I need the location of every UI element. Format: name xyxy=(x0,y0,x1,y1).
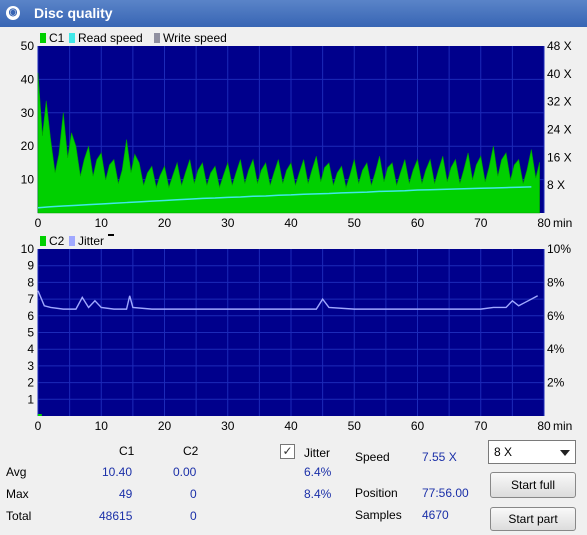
y-tick-label: 8 xyxy=(27,275,34,289)
x-tick-label: 70 xyxy=(474,216,488,227)
y-tick-label: 5 xyxy=(27,326,34,340)
max-c1: 49 xyxy=(119,487,133,501)
samples-label: Samples xyxy=(355,508,402,522)
x-tick-label: 10 xyxy=(95,419,109,430)
legend-swatch-write-speed xyxy=(154,33,160,43)
x-tick-label: 60 xyxy=(411,216,425,227)
x-tick-label: 0 xyxy=(35,216,42,227)
window-title: Disc quality xyxy=(34,5,113,21)
y-tick-label: 6 xyxy=(27,309,34,323)
total-c1: 48615 xyxy=(99,509,133,523)
speed-select-value: 8 X xyxy=(494,445,513,459)
y2-tick-label: 48 X xyxy=(547,39,572,53)
y-tick-label: 9 xyxy=(27,259,34,273)
x-tick-label: 40 xyxy=(284,419,298,430)
max-jitter: 8.4% xyxy=(304,487,332,501)
y2-tick-label: 24 X xyxy=(547,123,572,137)
max-c2: 0 xyxy=(190,487,197,501)
speed-value: 7.55 X xyxy=(422,450,457,464)
x-tick-label: 40 xyxy=(284,216,298,227)
x-tick-label: 30 xyxy=(221,216,235,227)
total-label: Total xyxy=(6,509,32,523)
legend-c2: C2 xyxy=(49,234,65,248)
x-tick-label: 70 xyxy=(474,419,488,430)
y2-tick-label: 40 X xyxy=(547,67,572,81)
x-tick-label: 80 xyxy=(537,419,551,430)
position-value: 77:56.00 xyxy=(422,486,469,500)
y2-tick-label: 4% xyxy=(547,342,565,356)
y-tick-label: 10 xyxy=(21,173,35,187)
y-tick-label: 30 xyxy=(21,106,35,120)
y-tick-label: 4 xyxy=(27,342,34,356)
x-tick-label: 60 xyxy=(411,419,425,430)
c2-header: C2 xyxy=(183,444,199,458)
jitter-label: Jitter xyxy=(304,446,331,460)
y2-tick-label: 10% xyxy=(547,242,571,256)
start-part-button[interactable]: Start part xyxy=(490,507,576,531)
speed-select[interactable]: 8 X xyxy=(488,440,576,464)
speed-label: Speed xyxy=(355,450,390,464)
c1-header: C1 xyxy=(119,444,135,458)
y-tick-label: 10 xyxy=(21,242,35,256)
legend-swatch-c2 xyxy=(40,236,46,246)
x-tick-label: 20 xyxy=(158,419,172,430)
x-unit-label: min xyxy=(553,419,572,430)
x-tick-label: 20 xyxy=(158,216,172,227)
title-bar: ◉ Disc quality xyxy=(0,0,587,27)
avg-jitter: 6.4% xyxy=(304,465,332,479)
x-unit-label: min xyxy=(553,216,572,227)
samples-value: 4670 xyxy=(422,508,449,522)
c2-jitter-chart: C2 Jitter 0 10 20 30 40 50 60 70 80 min 1 2 3 4 5 6 7 8 9 10 2… xyxy=(21,234,572,430)
x-tick-label: 50 xyxy=(348,419,362,430)
legend-read-speed: Read speed xyxy=(78,31,143,45)
start-full-button[interactable]: Start full xyxy=(490,472,576,498)
legend-swatch-c1 xyxy=(40,33,46,43)
chevron-down-icon xyxy=(560,450,570,456)
disc-icon: ◉ xyxy=(6,6,20,20)
y-tick-label: 7 xyxy=(27,292,34,306)
y2-tick-label: 16 X xyxy=(547,150,572,164)
y-tick-label: 2 xyxy=(27,376,34,390)
position-label: Position xyxy=(355,486,398,500)
total-c2: 0 xyxy=(190,509,197,523)
y2-tick-label: 6% xyxy=(547,309,565,323)
jitter-checkbox[interactable]: ✓ xyxy=(280,444,295,459)
x-tick-label: 50 xyxy=(348,216,362,227)
legend-swatch-jitter xyxy=(69,236,75,246)
y-tick-label: 1 xyxy=(27,392,34,406)
y2-tick-label: 8% xyxy=(547,275,565,289)
x-tick-label: 30 xyxy=(221,419,235,430)
y-tick-label: 50 xyxy=(21,39,35,53)
legend-c1: C1 xyxy=(49,31,65,45)
avg-label: Avg xyxy=(6,465,27,479)
y2-tick-label: 32 X xyxy=(547,95,572,109)
y-tick-label: 40 xyxy=(21,72,35,86)
y2-tick-label: 2% xyxy=(547,376,565,390)
max-label: Max xyxy=(6,487,29,501)
x-tick-label: 0 xyxy=(35,419,42,430)
legend-jitter: Jitter xyxy=(78,234,104,248)
y2-tick-label: 8 X xyxy=(547,178,565,192)
avg-c1: 10.40 xyxy=(102,465,133,479)
c1-chart: C1 Read speed Write speed 0 10 20 30 40 50 60 70 80… xyxy=(21,31,573,227)
y-tick-label: 20 xyxy=(21,139,35,153)
x-tick-label: 10 xyxy=(95,216,109,227)
avg-c2: 0.00 xyxy=(173,465,197,479)
legend-swatch-read-speed xyxy=(69,33,75,43)
y-tick-label: 3 xyxy=(27,359,34,373)
legend-marker xyxy=(108,234,114,236)
legend-write-speed: Write speed xyxy=(163,31,227,45)
x-tick-label: 80 xyxy=(537,216,551,227)
